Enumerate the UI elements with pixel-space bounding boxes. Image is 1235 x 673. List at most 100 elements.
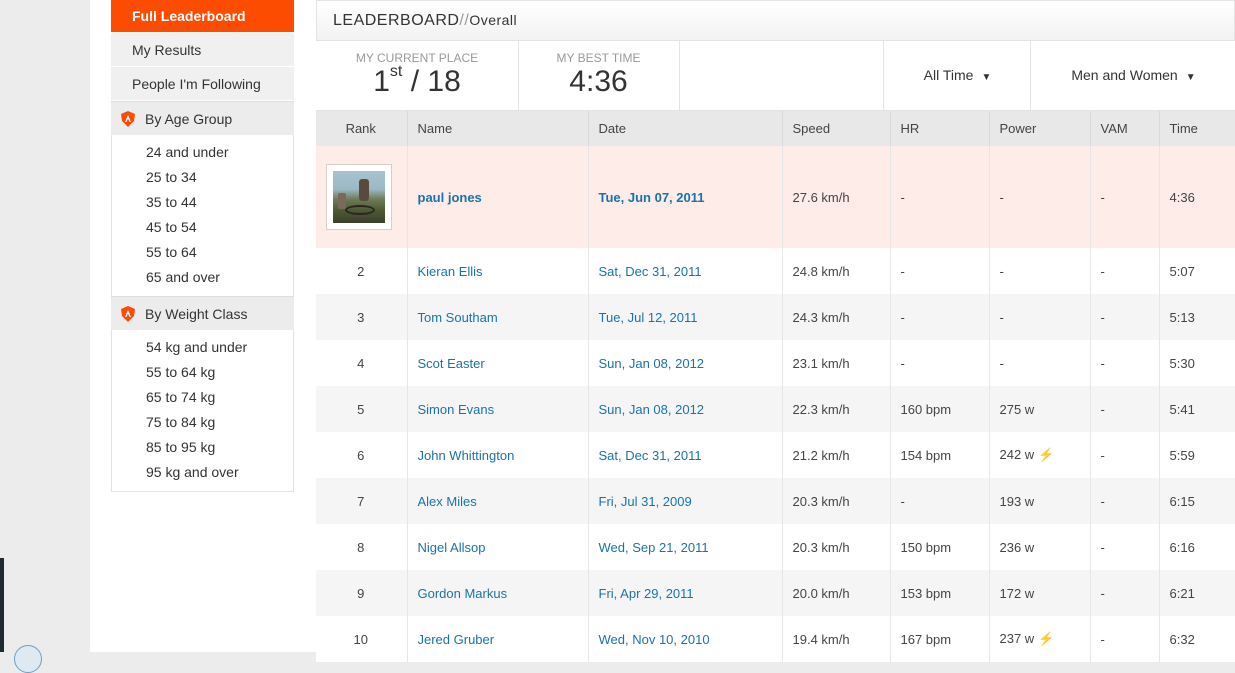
- hr-cell: 150 bpm: [890, 524, 990, 570]
- hr-cell: -: [890, 248, 990, 294]
- column-header-date[interactable]: Date: [588, 111, 783, 146]
- date-link[interactable]: Fri, Apr 29, 2011: [599, 586, 694, 601]
- sidebar-item-full-leaderboard[interactable]: Full Leaderboard: [111, 0, 294, 33]
- time-cell: 4:36: [1159, 146, 1235, 248]
- taskbar-orb-icon[interactable]: [14, 645, 42, 673]
- sidebar-item-people-following[interactable]: People I'm Following: [111, 67, 294, 101]
- table-row: 3 Tom Southam Tue, Jul 12, 2011 24.3 km/…: [316, 294, 1235, 340]
- time-cell: 5:07: [1159, 248, 1235, 294]
- athlete-link[interactable]: Tom Southam: [418, 310, 498, 325]
- weight-class-header: By Weight Class: [111, 296, 294, 330]
- speed-cell: 24.8 km/h: [782, 248, 891, 294]
- date-link[interactable]: Sat, Dec 31, 2011: [599, 448, 702, 463]
- column-header-speed[interactable]: Speed: [782, 111, 891, 146]
- date-cell: Sun, Jan 08, 2012: [588, 340, 783, 386]
- sidebar-item-my-results[interactable]: My Results: [111, 33, 294, 67]
- name-cell: John Whittington: [407, 432, 589, 478]
- weight-class-item[interactable]: 95 kg and over: [112, 460, 293, 485]
- vam-cell: -: [1090, 146, 1160, 248]
- vam-cell: -: [1090, 570, 1160, 616]
- table-row-highlighted: paul jones Tue, Jun 07, 2011 27.6 km/h -…: [316, 146, 1235, 248]
- date-link[interactable]: Wed, Sep 21, 2011: [599, 540, 709, 555]
- hr-cell: -: [890, 340, 990, 386]
- date-link[interactable]: Fri, Jul 31, 2009: [599, 494, 692, 509]
- table-row: 6 John Whittington Sat, Dec 31, 2011 21.…: [316, 432, 1235, 478]
- gender-filter-dropdown[interactable]: Men and Women ▼: [1030, 41, 1235, 110]
- power-cell: -: [989, 146, 1091, 248]
- stats-bar: MY CURRENT PLACE 1st / 18 MY BEST TIME 4…: [316, 41, 1235, 111]
- vam-cell: -: [1090, 616, 1160, 662]
- vam-cell: -: [1090, 248, 1160, 294]
- speed-cell: 21.2 km/h: [782, 432, 891, 478]
- rank-cell: 6: [316, 432, 408, 478]
- avatar[interactable]: [326, 164, 392, 230]
- weight-class-item[interactable]: 54 kg and under: [112, 335, 293, 360]
- age-group-item[interactable]: 65 and over: [112, 265, 293, 290]
- time-cell: 5:13: [1159, 294, 1235, 340]
- shield-icon: [121, 306, 135, 322]
- table-row: 4 Scot Easter Sun, Jan 08, 2012 23.1 km/…: [316, 340, 1235, 386]
- name-cell: Nigel Allsop: [407, 524, 589, 570]
- date-cell: Wed, Nov 10, 2010: [588, 616, 783, 662]
- place-number: 1: [373, 65, 390, 98]
- date-link[interactable]: Sun, Jan 08, 2012: [599, 402, 705, 417]
- vam-cell: -: [1090, 524, 1160, 570]
- weight-class-list: 54 kg and under 55 to 64 kg 65 to 74 kg …: [111, 330, 294, 492]
- weight-class-item[interactable]: 65 to 74 kg: [112, 385, 293, 410]
- weight-class-item[interactable]: 85 to 95 kg: [112, 435, 293, 460]
- weight-class-item[interactable]: 55 to 64 kg: [112, 360, 293, 385]
- age-group-header: By Age Group: [111, 101, 294, 135]
- athlete-link[interactable]: Jered Gruber: [418, 632, 495, 647]
- age-group-item[interactable]: 24 and under: [112, 140, 293, 165]
- column-header-name[interactable]: Name: [407, 111, 589, 146]
- athlete-link[interactable]: Simon Evans: [418, 402, 495, 417]
- athlete-link[interactable]: Kieran Ellis: [418, 264, 483, 279]
- speed-cell: 24.3 km/h: [782, 294, 891, 340]
- athlete-link[interactable]: John Whittington: [418, 448, 515, 463]
- date-cell: Tue, Jul 12, 2011: [588, 294, 783, 340]
- date-cell: Sat, Dec 31, 2011: [588, 432, 783, 478]
- power-cell: 236 w: [989, 524, 1091, 570]
- chevron-down-icon: ▼: [1185, 72, 1196, 83]
- date-link[interactable]: Sat, Dec 31, 2011: [599, 264, 702, 279]
- time-filter-dropdown[interactable]: All Time ▼: [883, 41, 1031, 110]
- date-link[interactable]: Wed, Nov 10, 2010: [599, 632, 710, 647]
- athlete-link[interactable]: Alex Miles: [418, 494, 477, 509]
- age-group-item[interactable]: 35 to 44: [112, 190, 293, 215]
- power-value: 242 w: [999, 447, 1035, 462]
- age-group-item[interactable]: 45 to 54: [112, 215, 293, 240]
- athlete-link[interactable]: Scot Easter: [418, 356, 485, 371]
- weight-class-item[interactable]: 75 to 84 kg: [112, 410, 293, 435]
- name-cell: Jered Gruber: [407, 616, 589, 662]
- athlete-link[interactable]: Nigel Allsop: [418, 540, 486, 555]
- time-cell: 6:32: [1159, 616, 1235, 662]
- column-header-rank[interactable]: Rank: [316, 111, 408, 146]
- column-header-power[interactable]: Power: [989, 111, 1091, 146]
- leaderboard-table: Rank Name Date Speed HR Power VAM Time p…: [316, 111, 1235, 662]
- table-row: 9 Gordon Markus Fri, Apr 29, 2011 20.0 k…: [316, 570, 1235, 616]
- age-group-item[interactable]: 25 to 34: [112, 165, 293, 190]
- column-header-hr[interactable]: HR: [890, 111, 990, 146]
- athlete-link[interactable]: Gordon Markus: [418, 586, 508, 601]
- date-link[interactable]: Tue, Jul 12, 2011: [599, 310, 698, 325]
- place-suffix: st: [389, 63, 403, 80]
- avatar-photo: [333, 171, 385, 223]
- date-cell: Wed, Sep 21, 2011: [588, 524, 783, 570]
- vam-cell: -: [1090, 432, 1160, 478]
- column-header-time[interactable]: Time: [1159, 111, 1235, 146]
- page-subtitle: Overall: [469, 12, 518, 28]
- place-total: / 18: [402, 65, 461, 98]
- title-separator: //: [459, 12, 470, 29]
- rank-cell: 5: [316, 386, 408, 432]
- vam-cell: -: [1090, 386, 1160, 432]
- athlete-link[interactable]: paul jones: [418, 190, 482, 205]
- rank-cell: 7: [316, 478, 408, 524]
- power-value: 237 w: [999, 631, 1035, 646]
- date-cell: Sat, Dec 31, 2011: [588, 248, 783, 294]
- column-header-vam[interactable]: VAM: [1090, 111, 1160, 146]
- age-group-item[interactable]: 55 to 64: [112, 240, 293, 265]
- date-link[interactable]: Tue, Jun 07, 2011: [599, 190, 705, 205]
- name-cell: Gordon Markus: [407, 570, 589, 616]
- date-link[interactable]: Sun, Jan 08, 2012: [599, 356, 705, 371]
- date-cell: Sun, Jan 08, 2012: [588, 386, 783, 432]
